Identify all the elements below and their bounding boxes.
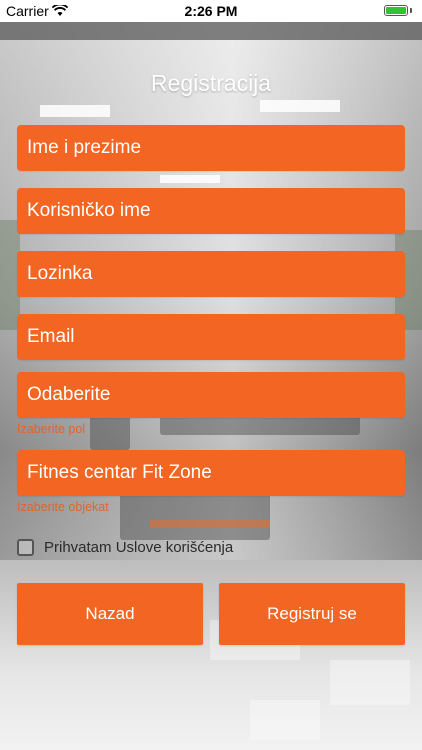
status-bar: Carrier 2:26 PM [0, 0, 422, 22]
username-input[interactable]: Korisničko ime [17, 188, 405, 234]
battery-icon [384, 5, 408, 16]
navigation-bar [0, 22, 422, 40]
register-button[interactable]: Registruj se [219, 583, 405, 645]
full-name-input[interactable]: Ime i prezime [17, 125, 405, 171]
page-title: Registracija [150, 70, 272, 96]
facility-select[interactable]: Fitnes centar Fit Zone [17, 450, 405, 496]
gender-hint: Izaberite pol [17, 422, 86, 436]
terms-label[interactable]: Prihvatam Uslove korišćenja [44, 539, 233, 556]
clock-time: 2:26 PM [184, 3, 238, 19]
gender-select[interactable]: Odaberite [17, 372, 405, 418]
terms-checkbox[interactable] [17, 539, 34, 556]
back-button[interactable]: Nazad [17, 583, 203, 645]
email-input[interactable]: Email [17, 314, 405, 360]
facility-hint: Izaberite objekat [17, 500, 109, 514]
password-input[interactable]: Lozinka [17, 251, 405, 297]
